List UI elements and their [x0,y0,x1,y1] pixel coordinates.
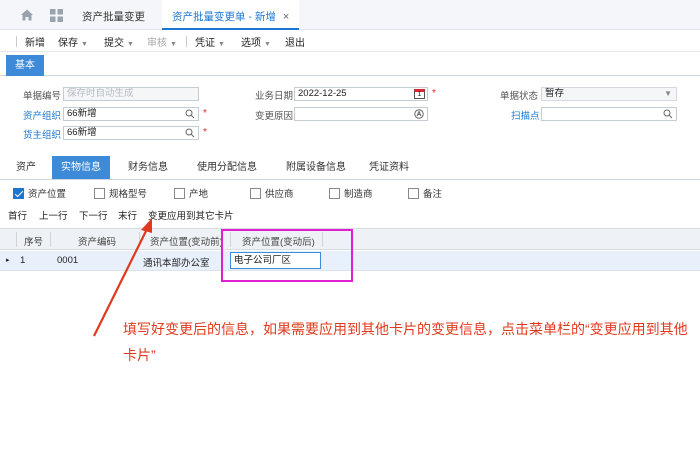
detail-tabs: 资产 实物信息 财务信息 使用分配信息 附属设备信息 凭证资料 [0,156,700,180]
checkbox-label: 制造商 [344,189,373,200]
toolbar-divider [16,36,17,47]
exit-button[interactable]: 退出 [285,34,305,49]
prev-row-button[interactable]: 上一行 [39,208,68,222]
required-mark: * [432,88,436,99]
biz-date-value: 2022-12-25 [298,88,347,99]
column-divider [16,232,17,247]
cell-asset-code: 0001 [57,255,79,266]
status-label: 单据状态 [500,91,539,102]
chevron-down-icon: ▼ [218,41,225,48]
audit-button[interactable]: 审核 ▼ [147,34,177,49]
annotation-text: 填写好变更后的信息，如果需要应用到其他卡片的变更信息，点击菜单栏的“变更应用到其… [123,321,688,363]
cell-location-before: 通讯本部办公室 [143,258,210,269]
voucher-label: 凭证 [195,38,215,49]
tab-basic[interactable]: 基本 [6,55,44,76]
status-field[interactable]: 暂存 ▼ [541,87,677,101]
tab-finance-info[interactable]: 财务信息 [122,156,174,179]
required-mark: * [203,127,207,138]
bill-no-field[interactable]: 保存时自动生成 [63,87,199,101]
change-reason-label: 变更原因 [255,111,294,122]
column-header-seq[interactable]: 序号 [24,234,43,248]
search-icon[interactable] [663,109,673,119]
tab-usage-allocation-info[interactable]: 使用分配信息 [191,156,263,179]
toolbar-divider [186,36,187,47]
next-row-button[interactable]: 下一行 [79,208,108,222]
change-field-checkboxes: 资产位置 规格型号 产地 供应商 制造商 备注 [0,182,700,202]
scan-point-field[interactable] [541,107,677,121]
tab-voucher-info[interactable]: 凭证资料 [363,156,415,179]
tab-attached-equipment-info[interactable]: 附属设备信息 [280,156,352,179]
lookup-icon[interactable] [414,109,424,119]
checkbox-label: 产地 [189,189,209,200]
tab-asset-batch-change-bill-new[interactable]: 资产批量变更单 - 新增 × [162,0,300,30]
owner-org-label[interactable]: 货主组织 [23,127,61,141]
cell-seq: 1 [20,255,26,266]
biz-date-field[interactable]: 2022-12-25 1 [294,87,428,101]
checkbox-empty-icon [408,188,419,199]
voucher-button[interactable]: 凭证 ▼ [195,34,225,49]
column-header-asset-code[interactable]: 资产编码 [78,234,116,248]
checkbox-empty-icon [174,188,185,199]
checkbox-asset-location[interactable]: 资产位置 [13,186,66,200]
section-tabs: 基本 [0,55,700,76]
new-button[interactable]: 新增 [25,34,45,49]
save-button[interactable]: 保存 ▼ [58,34,88,49]
scan-point-label[interactable]: 扫描点 [511,108,540,122]
owner-org-value: 66新增 [67,127,97,138]
column-divider [50,232,51,247]
checkbox-spec-model[interactable]: 规格型号 [94,186,147,200]
checkbox-label: 备注 [423,189,443,200]
highlight-box [221,229,353,282]
required-mark: * [203,108,207,119]
home-icon[interactable] [20,8,34,22]
checkbox-empty-icon [94,188,105,199]
save-label: 保存 [58,38,78,49]
search-icon[interactable] [185,128,195,138]
checkbox-empty-icon [329,188,340,199]
toolbar: 新增 保存 ▼ 提交 ▼ 审核 ▼ 凭证 ▼ 选项 ▼ 退出 [0,30,700,52]
checkbox-manufacturer[interactable]: 制造商 [329,186,373,200]
last-row-button[interactable]: 末行 [118,208,137,222]
row-indicator-icon: ▸ [6,257,10,264]
tab-asset[interactable]: 资产 [10,156,42,179]
top-tab-bar: 资产批量变更 资产批量变更单 - 新增 × [0,0,700,30]
tab-physical-info[interactable]: 实物信息 [52,156,110,179]
chevron-down-icon: ▼ [664,89,672,98]
bill-no-label: 单据编号 [23,91,62,102]
column-divider [139,232,140,247]
chevron-down-icon: ▼ [170,41,177,48]
first-row-button[interactable]: 首行 [8,208,27,222]
asset-org-label[interactable]: 资产组织 [23,108,61,122]
change-reason-field[interactable] [294,107,428,121]
checkbox-checked-icon [13,188,24,199]
checkbox-label: 资产位置 [28,189,67,200]
checkbox-label: 规格型号 [109,189,148,200]
apply-change-to-other-cards-button[interactable]: 变更应用到其它卡片 [148,208,234,222]
options-button[interactable]: 选项 ▼ [241,34,271,49]
asset-org-field[interactable]: 66新增 [63,107,199,121]
checkbox-empty-icon [250,188,261,199]
column-header-location-before[interactable]: 资产位置(变动前) [150,234,223,248]
checkbox-remark[interactable]: 备注 [408,186,442,200]
checkbox-label: 供应商 [265,189,294,200]
tab-asset-batch-change[interactable]: 资产批量变更 [82,9,145,24]
options-label: 选项 [241,38,261,49]
owner-org-field[interactable]: 66新增 [63,126,199,140]
app-grid-icon[interactable] [50,9,63,22]
chevron-down-icon: ▼ [127,41,134,48]
asset-org-value: 66新增 [67,108,97,119]
checkbox-origin[interactable]: 产地 [174,186,208,200]
tab-label: 资产批量变更单 - 新增 [172,11,276,23]
chevron-down-icon: ▼ [264,41,271,48]
chevron-down-icon: ▼ [81,41,88,48]
submit-button[interactable]: 提交 ▼ [104,34,134,49]
audit-label: 审核 [147,38,167,49]
search-icon[interactable] [185,109,195,119]
close-icon[interactable]: × [283,11,289,23]
submit-label: 提交 [104,38,124,49]
status-value: 暂存 [545,88,565,99]
biz-date-label: 业务日期 [255,91,294,102]
calendar-icon[interactable]: 1 [414,89,425,99]
checkbox-supplier[interactable]: 供应商 [250,186,294,200]
